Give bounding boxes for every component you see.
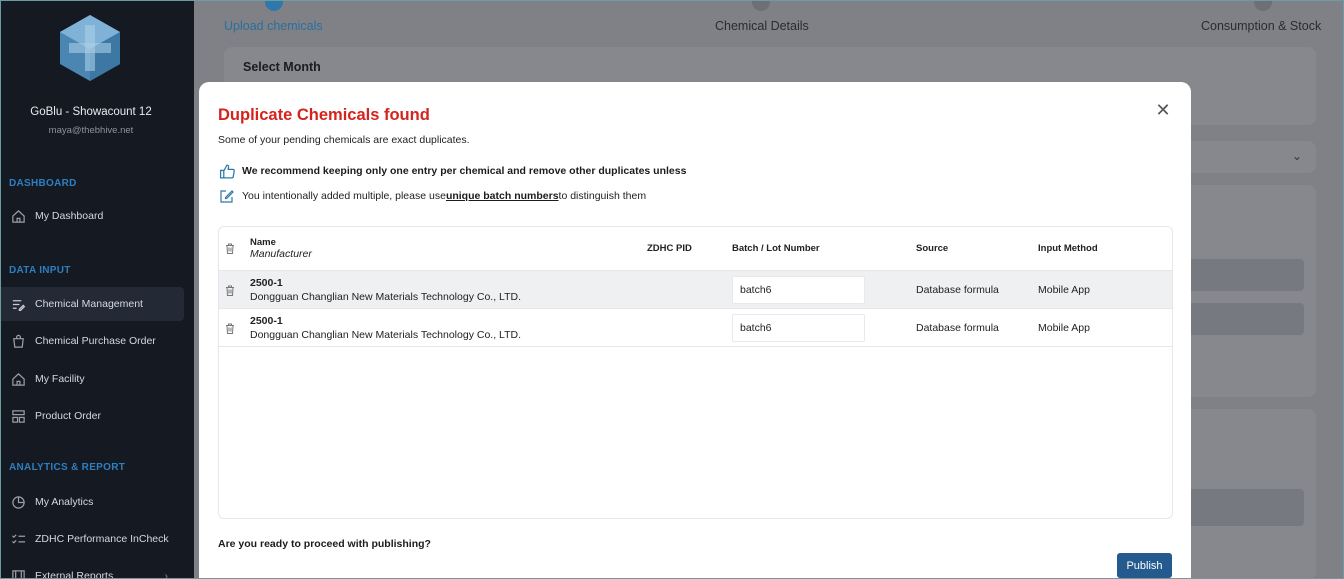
step-active-dot xyxy=(265,1,283,11)
table-row: 2500-1 Dongguan Changlian New Materials … xyxy=(219,270,1172,308)
manufacturer-name: Dongguan Changlian New Materials Technol… xyxy=(250,291,522,303)
header-source: Source xyxy=(916,243,949,254)
step-dot xyxy=(1254,1,1272,11)
batch-number-input[interactable] xyxy=(732,276,865,304)
nav-label: My Analytics xyxy=(35,496,94,508)
nav-label: Chemical Management xyxy=(35,298,143,310)
duplicates-table: Name Manufacturer ZDHC PID Batch / Lot N… xyxy=(218,226,1173,519)
nav-label: External Reports xyxy=(35,570,114,579)
recommendation-line: We recommend keeping only one entry per … xyxy=(218,162,686,180)
list-edit-icon xyxy=(10,296,26,312)
select-month-label: Select Month xyxy=(243,60,321,74)
stepper: Upload chemicals Chemical Details Consum… xyxy=(194,1,1343,41)
trash-icon xyxy=(224,322,236,334)
nav-my-dashboard[interactable]: My Dashboard xyxy=(1,199,184,233)
header-input-method: Input Method xyxy=(1038,243,1098,254)
nav-chemical-management[interactable]: Chemical Management xyxy=(1,287,184,321)
step-consumption-stock[interactable]: Consumption & Stock xyxy=(1201,19,1321,33)
thumbs-up-icon xyxy=(218,162,236,180)
shopping-bag-icon xyxy=(10,333,26,349)
nav-label: Product Order xyxy=(35,410,101,422)
nav-product-order[interactable]: Product Order xyxy=(1,399,184,433)
step-upload-chemicals[interactable]: Upload chemicals xyxy=(224,19,323,33)
source-cell: Database formula xyxy=(916,284,999,296)
nav-chemical-purchase-order[interactable]: Chemical Purchase Order xyxy=(1,324,184,358)
batch-note-prefix: You intentionally added multiple, please… xyxy=(242,190,446,202)
header-name: Name Manufacturer xyxy=(250,227,312,270)
background-field xyxy=(1184,489,1304,526)
report-icon xyxy=(10,568,26,578)
edit-icon xyxy=(218,187,236,205)
section-dashboard: DASHBOARD xyxy=(9,178,77,189)
proceed-question: Are you ready to proceed with publishing… xyxy=(218,538,431,550)
nav-label: Chemical Purchase Order xyxy=(35,335,156,347)
modal-title: Duplicate Chemicals found xyxy=(218,106,430,124)
trash-icon xyxy=(224,284,236,296)
batch-note-line: You intentionally added multiple, please… xyxy=(218,187,646,205)
nav-label: ZDHC Performance InCheck xyxy=(35,533,169,545)
section-analytics-report: ANALYTICS & REPORT xyxy=(9,462,126,473)
nav-external-reports[interactable]: External Reports › xyxy=(1,559,184,579)
chemical-name-cell: 2500-1 Dongguan Changlian New Materials … xyxy=(250,271,640,309)
chemical-name: 2500-1 xyxy=(250,277,283,289)
background-field xyxy=(1184,303,1304,335)
home-icon xyxy=(10,371,26,387)
modal-subtitle: Some of your pending chemicals are exact… xyxy=(218,134,470,146)
manufacturer-name: Dongguan Changlian New Materials Technol… xyxy=(250,329,522,341)
header-trash xyxy=(223,227,237,270)
close-icon[interactable]: ✕ xyxy=(1154,101,1172,119)
app-window: GoBlu - Showacount 12 maya@thebhive.net … xyxy=(0,0,1344,579)
source-cell: Database formula xyxy=(916,322,999,334)
chemical-name: 2500-1 xyxy=(250,315,283,327)
publish-button[interactable]: Publish xyxy=(1117,553,1172,578)
nav-my-analytics[interactable]: My Analytics xyxy=(1,485,184,519)
home-icon xyxy=(10,208,26,224)
duplicate-chemicals-modal: Duplicate Chemicals found ✕ Some of your… xyxy=(199,82,1191,578)
user-email: maya@thebhive.net xyxy=(48,125,134,136)
nav-zdhc-performance[interactable]: ZDHC Performance InCheck xyxy=(1,522,184,556)
product-order-icon xyxy=(10,408,26,424)
delete-row-button[interactable] xyxy=(223,309,237,347)
input-method-cell: Mobile App xyxy=(1038,284,1090,296)
section-data-input: DATA INPUT xyxy=(9,265,71,276)
step-chemical-details[interactable]: Chemical Details xyxy=(715,19,809,33)
batch-note-suffix: to distinguish them xyxy=(558,190,647,202)
header-manufacturer-label: Manufacturer xyxy=(250,248,312,260)
header-name-label: Name xyxy=(250,237,276,248)
input-method-cell: Mobile App xyxy=(1038,322,1090,334)
row-divider xyxy=(219,346,1172,347)
step-dot xyxy=(752,1,770,11)
table-row: 2500-1 Dongguan Changlian New Materials … xyxy=(219,308,1172,346)
header-batch: Batch / Lot Number xyxy=(732,243,820,254)
checklist-icon xyxy=(10,531,26,547)
user-name: GoBlu - Showacount 12 xyxy=(30,106,152,118)
sidebar: GoBlu - Showacount 12 maya@thebhive.net … xyxy=(1,1,194,579)
delete-row-button[interactable] xyxy=(223,271,237,309)
trash-icon xyxy=(224,243,236,255)
nav-label: My Dashboard xyxy=(35,210,104,222)
chemical-name-cell: 2500-1 Dongguan Changlian New Materials … xyxy=(250,309,640,347)
pie-chart-icon xyxy=(10,494,26,510)
unique-batch-link[interactable]: unique batch numbers xyxy=(446,190,559,202)
batch-number-input[interactable] xyxy=(732,314,865,342)
header-zdhc-pid: ZDHC PID xyxy=(647,243,692,254)
nav-label: My Facility xyxy=(35,373,85,385)
background-field xyxy=(1184,259,1304,291)
chevron-down-icon: ⌄ xyxy=(1291,149,1302,163)
company-logo xyxy=(60,15,120,81)
recommendation-text: We recommend keeping only one entry per … xyxy=(242,165,687,177)
nav-my-facility[interactable]: My Facility xyxy=(1,362,184,396)
chevron-right-icon: › xyxy=(164,570,168,579)
